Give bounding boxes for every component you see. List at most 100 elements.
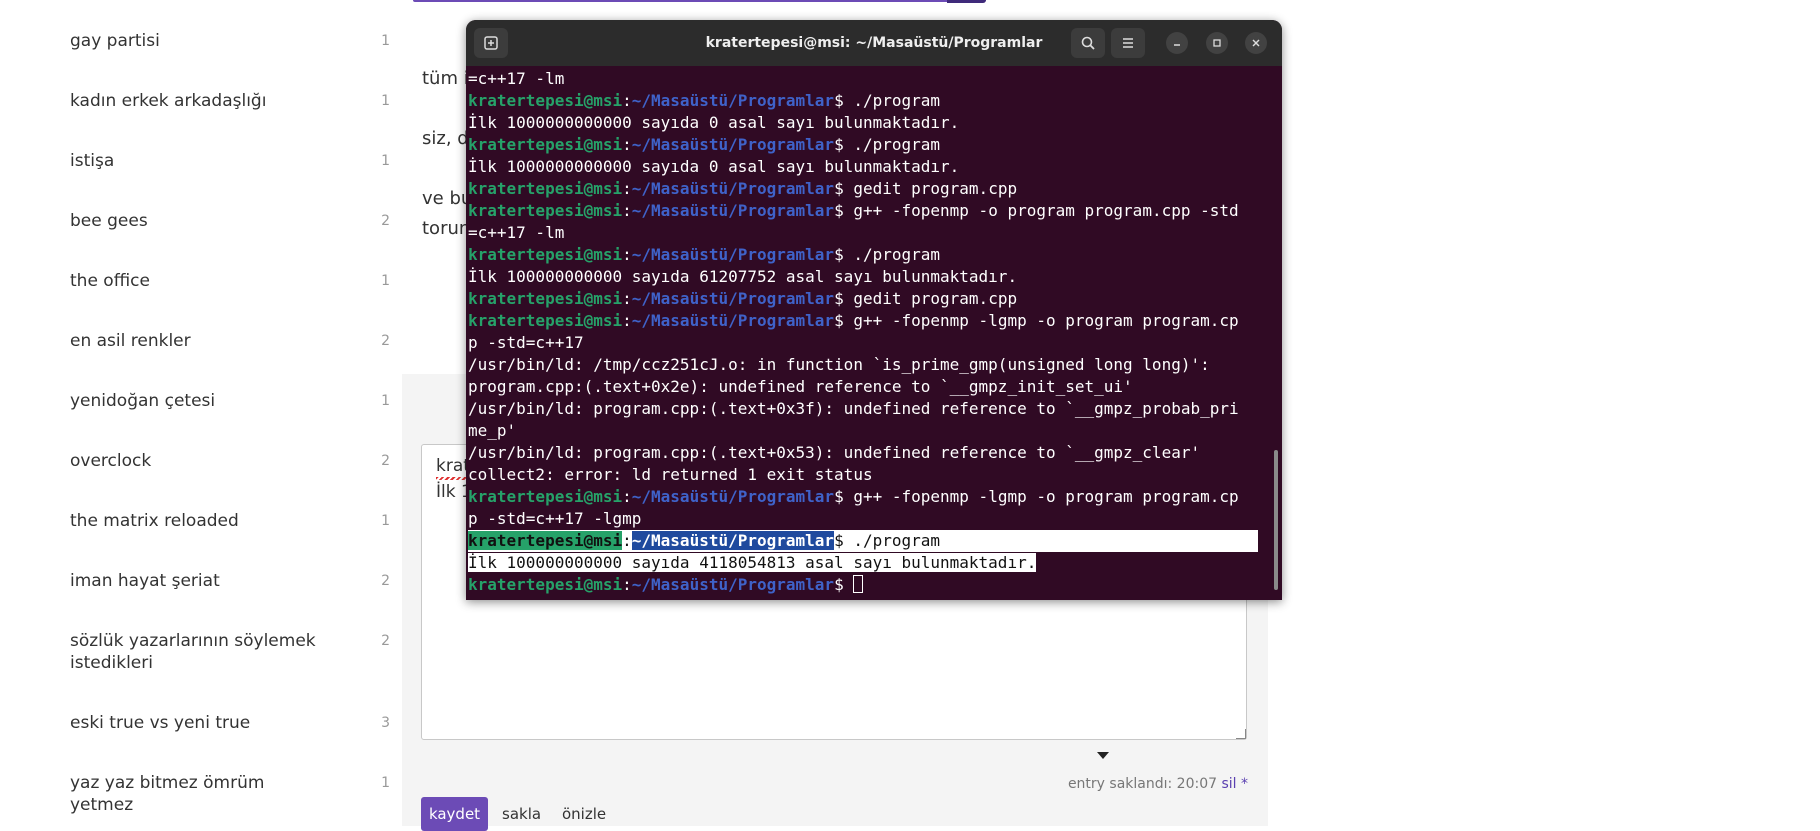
prompt-separator: : bbox=[622, 245, 632, 264]
textarea-resize-handle[interactable] bbox=[1236, 729, 1246, 739]
selected-text-highlight: kratertepesi@msi:~/Masaüstü/Programlar$ … bbox=[468, 530, 1258, 552]
menu-button[interactable] bbox=[1111, 28, 1145, 58]
prompt-separator: : bbox=[622, 531, 632, 550]
terminal-line: kratertepesi@msi:~/Masaüstü/Programlar$ … bbox=[468, 288, 1268, 310]
prompt-symbol: $ bbox=[834, 135, 854, 154]
entry-saved-status: entry saklandı: 20:07 sil * bbox=[1068, 776, 1248, 792]
terminal-line: p -std=c++17 -lgmp bbox=[468, 508, 1268, 530]
sidebar-item[interactable]: gay partisi 1 bbox=[70, 30, 390, 52]
prompt-path: ~/Masaüstü/Programlar bbox=[631, 575, 835, 594]
sidebar-item[interactable]: kadın erkek arkadaşlığı 1 bbox=[70, 90, 390, 112]
terminal-line: collect2: error: ld returned 1 exit stat… bbox=[468, 464, 1268, 486]
sidebar-item-count: 1 bbox=[381, 153, 390, 169]
terminal-output-text: /usr/bin/ld: program.cpp:(.text+0x3f): u… bbox=[468, 399, 1239, 418]
prompt-symbol: $ bbox=[834, 289, 854, 308]
sidebar-item-label: yaz yaz bitmez ömrüm yetmez bbox=[70, 773, 265, 815]
terminal-output-text: /usr/bin/ld: /tmp/ccz251cJ.o: in functio… bbox=[468, 355, 1210, 374]
terminal-line: me_p' bbox=[468, 420, 1268, 442]
prompt-symbol: $ bbox=[834, 201, 854, 220]
sidebar-item[interactable]: en asil renkler 2 bbox=[70, 330, 390, 352]
terminal-output-text: İlk 100000000000 sayıda 61207752 asal sa… bbox=[468, 267, 1018, 286]
terminal-line: kratertepesi@msi:~/Masaüstü/Programlar$ … bbox=[468, 244, 1268, 266]
hide-button[interactable]: sakla bbox=[502, 805, 541, 823]
close-button[interactable] bbox=[1245, 32, 1267, 54]
prompt-user: kratertepesi@msi bbox=[468, 91, 623, 110]
prompt-symbol: $ bbox=[834, 91, 854, 110]
sidebar-item-count: 1 bbox=[381, 775, 390, 791]
sidebar-item[interactable]: the matrix reloaded 1 bbox=[70, 510, 390, 532]
prompt-user: kratertepesi@msi bbox=[468, 135, 623, 154]
sidebar-item-count: 1 bbox=[381, 273, 390, 289]
minimize-icon bbox=[1174, 44, 1180, 46]
prompt-path: ~/Masaüstü/Programlar bbox=[631, 245, 835, 264]
sidebar-item-label: iman hayat şeriat bbox=[70, 571, 220, 591]
terminal-line: kratertepesi@msi:~/Masaüstü/Programlar$ … bbox=[468, 486, 1268, 508]
terminal-output-text: İlk 1000000000000 sayıda 0 asal sayı bul… bbox=[468, 113, 960, 132]
prompt-user: kratertepesi@msi bbox=[468, 311, 623, 330]
terminal-line: kratertepesi@msi:~/Masaüstü/Programlar$ … bbox=[468, 530, 1268, 552]
prompt-user: kratertepesi@msi bbox=[468, 201, 623, 220]
prompt-separator: : bbox=[622, 311, 632, 330]
sidebar-item[interactable]: iman hayat şeriat 2 bbox=[70, 570, 390, 592]
sidebar-item-label: yenidoğan çetesi bbox=[70, 391, 216, 411]
prompt-separator: : bbox=[622, 179, 632, 198]
sidebar-item[interactable]: istişa 1 bbox=[70, 150, 390, 172]
sidebar-item-count: 2 bbox=[381, 573, 390, 589]
search-button[interactable] bbox=[1071, 28, 1105, 58]
terminal-command: g++ -fopenmp -o program program.cpp -std bbox=[853, 201, 1239, 220]
sidebar-item[interactable]: yaz yaz bitmez ömrüm yetmez 1 bbox=[70, 772, 390, 816]
terminal-window: kratertepesi@msi: ~/Masaüstü/Programlar bbox=[466, 20, 1282, 600]
terminal-command: $ ./program bbox=[834, 531, 941, 550]
preview-button[interactable]: önizle bbox=[562, 805, 606, 823]
editor-text-line: krat bbox=[436, 456, 470, 476]
prompt-path: ~/Masaüstü/Programlar bbox=[631, 289, 835, 308]
entry-text-snippet: tüm i bbox=[422, 68, 469, 89]
sidebar-item[interactable]: the office 1 bbox=[70, 270, 390, 292]
sidebar-item-count: 1 bbox=[381, 33, 390, 49]
terminal-scrollbar[interactable] bbox=[1274, 450, 1278, 590]
sidebar-item-count: 3 bbox=[381, 715, 390, 731]
maximize-button[interactable] bbox=[1206, 32, 1228, 54]
hamburger-menu-icon bbox=[1123, 38, 1133, 48]
terminal-line: =c++17 -lm bbox=[468, 68, 1268, 90]
prompt-path: ~/Masaüstü/Programlar bbox=[631, 179, 835, 198]
dropdown-arrow-icon[interactable] bbox=[1097, 752, 1109, 759]
sidebar-item-label: gay partisi bbox=[70, 31, 160, 51]
prompt-path: ~/Masaüstü/Programlar bbox=[631, 201, 835, 220]
terminal-command: g++ -fopenmp -lgmp -o program program.cp bbox=[853, 487, 1239, 506]
prompt-user: kratertepesi@msi bbox=[468, 289, 623, 308]
delete-draft-link[interactable]: sil * bbox=[1221, 776, 1248, 792]
prompt-symbol: $ bbox=[834, 245, 854, 264]
prompt-path: ~/Masaüstü/Programlar bbox=[631, 531, 835, 550]
sidebar-item[interactable]: yenidoğan çetesi 1 bbox=[70, 390, 390, 412]
minimize-button[interactable] bbox=[1166, 32, 1188, 54]
terminal-title: kratertepesi@msi: ~/Masaüstü/Programlar bbox=[705, 35, 1043, 51]
terminal-command: ./program bbox=[853, 135, 941, 154]
entry-text-snippet: torun bbox=[422, 218, 471, 239]
terminal-command: ./program bbox=[853, 245, 941, 264]
terminal-line: program.cpp:(.text+0x2e): undefined refe… bbox=[468, 376, 1268, 398]
sidebar-item-label: overclock bbox=[70, 451, 152, 471]
terminal-line: /usr/bin/ld: /tmp/ccz251cJ.o: in functio… bbox=[468, 354, 1268, 376]
sidebar-item[interactable]: eski true vs yeni true 3 bbox=[70, 712, 390, 734]
terminal-output[interactable]: =c++17 -lm kratertepesi@msi:~/Masaüstü/Pr… bbox=[468, 68, 1268, 600]
terminal-output-text: me_p' bbox=[468, 421, 517, 440]
terminal-line: kratertepesi@msi:~/Masaüstü/Programlar$ … bbox=[468, 134, 1268, 156]
terminal-command: gedit program.cpp bbox=[853, 289, 1018, 308]
new-tab-button[interactable] bbox=[474, 28, 508, 58]
terminal-line: İlk 100000000000 sayıda 4118054813 asal … bbox=[468, 552, 1268, 574]
prompt-path: ~/Masaüstü/Programlar bbox=[631, 135, 835, 154]
sidebar-item[interactable]: bee gees 2 bbox=[70, 210, 390, 232]
sidebar-item[interactable]: sözlük yazarlarının söylemek istedikleri… bbox=[70, 630, 390, 674]
terminal-output-text: =c++17 -lm bbox=[468, 69, 565, 88]
sidebar-item-count: 1 bbox=[381, 393, 390, 409]
prompt-separator: : bbox=[622, 289, 632, 308]
prompt-path: ~/Masaüstü/Programlar bbox=[631, 91, 835, 110]
sidebar-item-label: bee gees bbox=[70, 211, 148, 231]
prompt-symbol: $ bbox=[834, 179, 854, 198]
terminal-titlebar[interactable]: kratertepesi@msi: ~/Masaüstü/Programlar bbox=[466, 20, 1282, 66]
terminal-line: kratertepesi@msi:~/Masaüstü/Programlar$ … bbox=[468, 200, 1268, 222]
terminal-command: g++ -fopenmp -lgmp -o program program.cp bbox=[853, 311, 1239, 330]
prompt-path: ~/Masaüstü/Programlar bbox=[631, 311, 835, 330]
sidebar-item[interactable]: overclock 2 bbox=[70, 450, 390, 472]
